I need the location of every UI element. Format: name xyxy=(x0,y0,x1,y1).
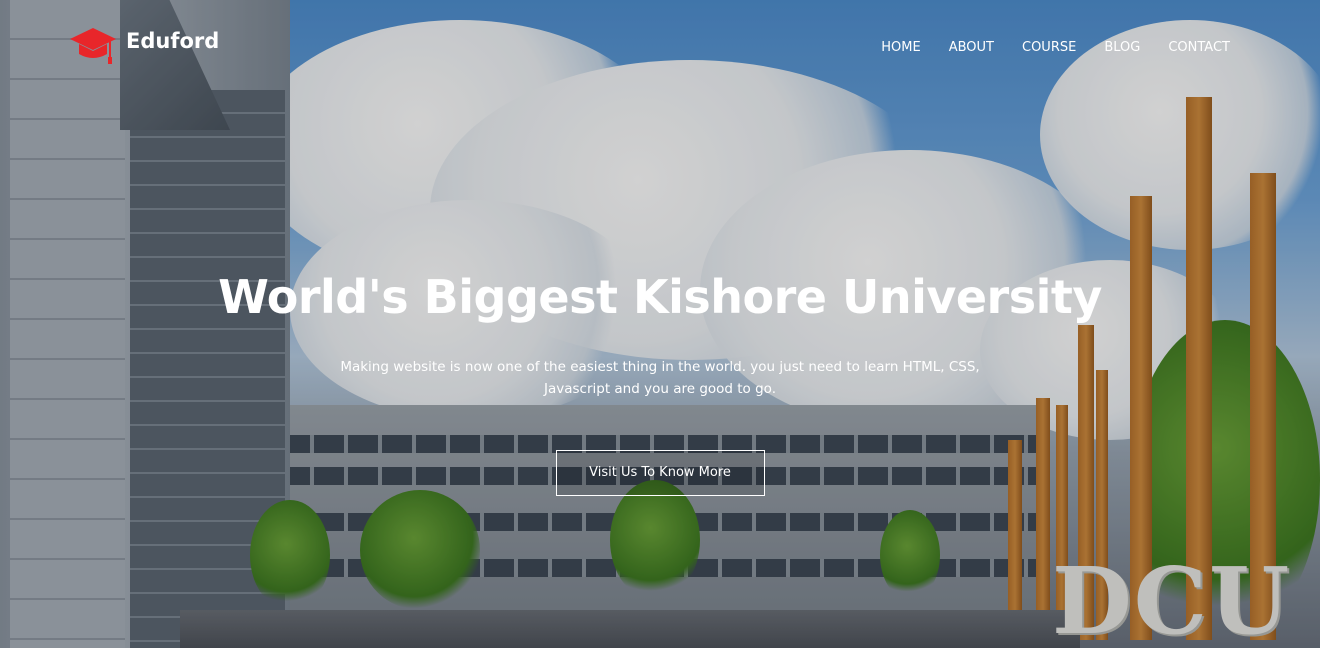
nav-about[interactable]: ABOUT xyxy=(935,40,1008,55)
brand-logo[interactable]: Eduford xyxy=(68,24,219,68)
nav-contact[interactable]: CONTACT xyxy=(1154,40,1244,55)
nav-blog[interactable]: BLOG xyxy=(1090,40,1154,55)
brand-name: Eduford xyxy=(126,29,220,53)
graduation-cap-icon xyxy=(68,24,118,68)
nav-home[interactable]: HOME xyxy=(867,40,934,55)
nav-course[interactable]: COURSE xyxy=(1008,40,1090,55)
navbar: Eduford HOME ABOUT COURSE BLOG CONTACT xyxy=(0,0,1320,92)
hero-title: World's Biggest Kishore University xyxy=(218,270,1102,324)
hero-section: DCU Eduford HOME ABOUT COURSE BLOG CONTA… xyxy=(0,0,1320,648)
nav-menu: HOME ABOUT COURSE BLOG CONTACT xyxy=(867,40,1244,55)
hero-subtitle: Making website is now one of the easiest… xyxy=(340,359,980,397)
visit-us-button[interactable]: Visit Us To Know More xyxy=(555,450,765,496)
hero-content: World's Biggest Kishore University Makin… xyxy=(0,262,1320,496)
